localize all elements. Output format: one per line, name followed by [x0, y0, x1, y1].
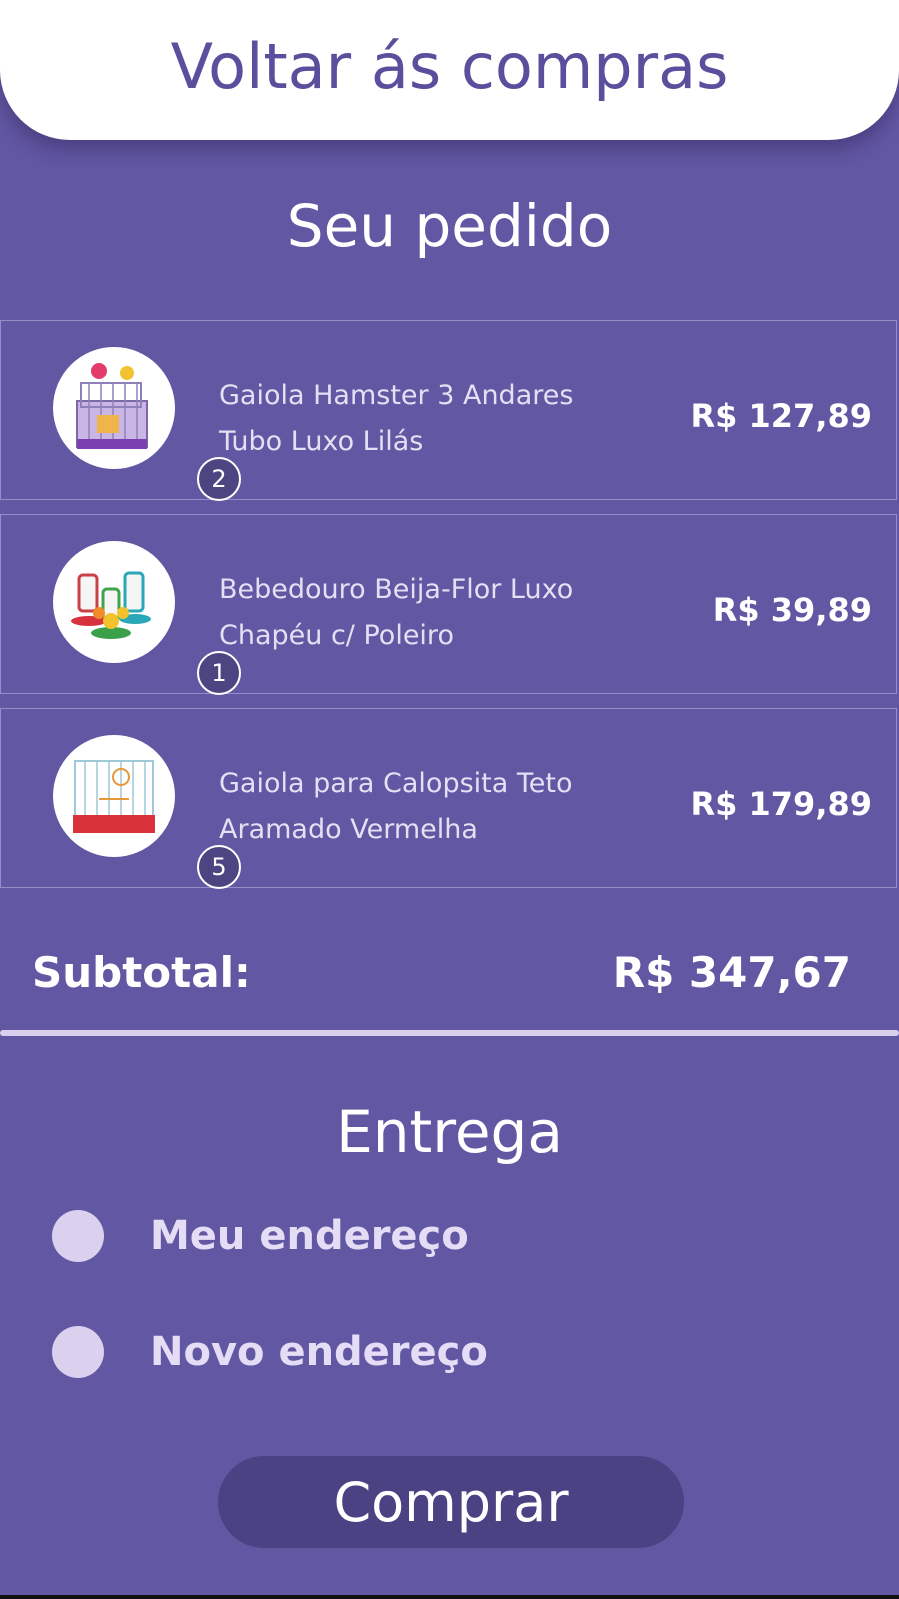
buy-button-label: Comprar — [333, 1470, 569, 1534]
product-price: R$ 127,89 — [690, 397, 872, 435]
product-image: 5 — [53, 735, 241, 889]
product-price: R$ 39,89 — [712, 591, 872, 629]
radio-button[interactable] — [52, 1326, 104, 1378]
order-item: 5 Gaiola para Calopsita Teto Aramado Ver… — [0, 708, 897, 889]
delivery-title: Entrega — [336, 1098, 563, 1166]
product-price: R$ 179,89 — [690, 785, 872, 823]
bird-cage-icon — [73, 760, 155, 833]
order-title: Seu pedido — [286, 192, 613, 260]
delivery-option-label: Novo endereço — [150, 1329, 488, 1375]
delivery-option-new-address[interactable]: Novo endereço — [52, 1326, 488, 1378]
hamster-cage-icon — [76, 363, 148, 449]
back-to-shopping-button[interactable]: Voltar ás compras — [0, 0, 899, 140]
back-to-shopping-label: Voltar ás compras — [170, 29, 729, 103]
product-name: Gaiola para Calopsita Teto Aramado Verme… — [219, 768, 573, 845]
divider — [0, 1030, 899, 1036]
hummingbird-feeder-icon — [71, 571, 151, 639]
buy-button[interactable]: Comprar — [218, 1456, 684, 1548]
subtotal-value: R$ 347,67 — [612, 948, 851, 997]
order-item: 1 Bebedouro Beija-Flor Luxo Chapéu c/ Po… — [0, 514, 897, 695]
delivery-option-my-address[interactable]: Meu endereço — [52, 1210, 469, 1262]
product-image: 1 — [53, 541, 241, 695]
product-name: Gaiola Hamster 3 Andares Tubo Luxo Lilás — [219, 380, 574, 457]
radio-button[interactable] — [52, 1210, 104, 1262]
product-name: Bebedouro Beija-Flor Luxo Chapéu c/ Pole… — [219, 574, 574, 651]
subtotal-label: Subtotal: — [32, 948, 251, 997]
bottom-edge — [0, 1595, 899, 1599]
order-item: 2 Gaiola Hamster 3 Andares Tubo Luxo Lil… — [0, 320, 897, 501]
delivery-option-label: Meu endereço — [150, 1213, 469, 1259]
product-image: 2 — [53, 347, 241, 501]
